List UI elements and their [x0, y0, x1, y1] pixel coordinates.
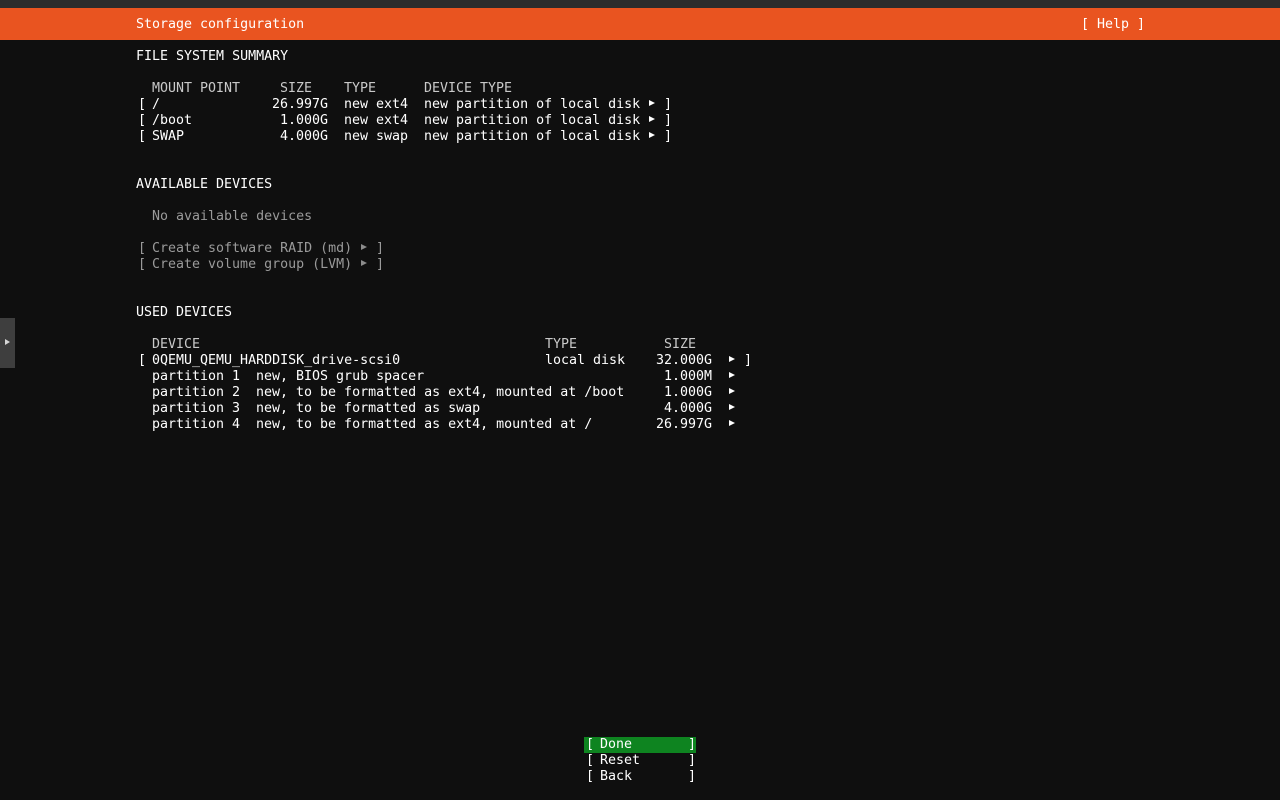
partition-row[interactable]: partition 2 new, to be formatted as ext4… [136, 385, 756, 401]
chevron-right-icon [729, 385, 735, 401]
window-top-strip [0, 0, 1280, 8]
used-devices-header: DEVICE TYPE SIZE [136, 337, 756, 353]
fs-size: 1.000G [279, 113, 328, 128]
fs-device-type: new partition of local disk [424, 113, 641, 128]
fs-row[interactable]: [ SWAP 4.000G new swap new partition of … [136, 129, 696, 145]
partition-row[interactable]: partition 4 new, to be formatted as ext4… [136, 417, 756, 433]
fs-device-type: new partition of local disk [424, 97, 641, 112]
chevron-right-icon [5, 339, 10, 345]
partition-size: 1.000M [663, 369, 712, 384]
fs-type: new ext4 [344, 97, 409, 112]
chevron-right-icon [729, 369, 735, 385]
used-devices-title: USED DEVICES [136, 305, 233, 320]
partition-size: 1.000G [663, 385, 712, 400]
chevron-right-icon [361, 241, 367, 257]
fs-summary-title: FILE SYSTEM SUMMARY [136, 49, 289, 64]
fs-mount: SWAP [152, 129, 185, 144]
help-button[interactable]: [ Help ] [1081, 16, 1145, 33]
partition-row[interactable]: partition 1 new, BIOS grub spacer 1.000M [136, 369, 756, 385]
fs-type: new swap [344, 129, 409, 144]
fs-row[interactable]: [ / 26.997G new ext4 new partition of lo… [136, 97, 696, 113]
col-size: SIZE [280, 81, 313, 96]
disk-name: 0QEMU_QEMU_HARDDISK_drive-scsi0 [152, 353, 401, 368]
partition-desc: new, to be formatted as ext4, mounted at… [256, 417, 593, 432]
create-raid-button[interactable]: [ Create software RAID (md) ] [136, 241, 396, 257]
fs-row[interactable]: [ /boot 1.000G new ext4 new partition of… [136, 113, 696, 129]
chevron-right-icon [729, 353, 735, 369]
partition-row[interactable]: partition 3 new, to be formatted as swap… [136, 401, 756, 417]
disk-row[interactable]: [ 0QEMU_QEMU_HARDDISK_drive-scsi0 local … [136, 353, 756, 369]
partition-size: 26.997G [655, 417, 712, 432]
col-type: TYPE [344, 81, 377, 96]
no-available-devices: No available devices [152, 209, 313, 224]
partition-desc: new, to be formatted as swap [256, 401, 481, 416]
done-button[interactable]: [ Done ] [584, 737, 696, 753]
back-button[interactable]: [ Back ] [584, 769, 696, 785]
fs-size: 26.997G [271, 97, 328, 112]
partition-name: partition 3 [152, 401, 241, 416]
chevron-right-icon [649, 113, 655, 129]
disk-type: local disk [545, 353, 626, 368]
disk-size: 32.000G [655, 353, 712, 368]
available-devices-title: AVAILABLE DEVICES [136, 177, 273, 192]
create-lvm-button[interactable]: [ Create volume group (LVM) ] [136, 257, 396, 273]
fs-device-type: new partition of local disk [424, 129, 641, 144]
reset-button[interactable]: [ Reset ] [584, 753, 696, 769]
page-title: Storage configuration [136, 17, 305, 32]
partition-desc: new, BIOS grub spacer [256, 369, 425, 384]
chevron-right-icon [649, 129, 655, 145]
col-type: TYPE [545, 337, 578, 352]
create-lvm-label: Create volume group (LVM) [152, 257, 353, 272]
partition-name: partition 2 [152, 385, 241, 400]
col-mount-point: MOUNT POINT [152, 81, 241, 96]
side-panel-toggle[interactable] [0, 318, 15, 368]
fs-mount: /boot [152, 113, 193, 128]
fs-summary-header: MOUNT POINT SIZE TYPE DEVICE TYPE [136, 81, 696, 97]
create-raid-label: Create software RAID (md) [152, 241, 353, 256]
col-device-type: DEVICE TYPE [424, 81, 513, 96]
chevron-right-icon [729, 417, 735, 433]
partition-name: partition 1 [152, 369, 241, 384]
partition-desc: new, to be formatted as ext4, mounted at… [256, 385, 625, 400]
partition-name: partition 4 [152, 417, 241, 432]
fs-mount: / [152, 97, 161, 112]
fs-type: new ext4 [344, 113, 409, 128]
chevron-right-icon [361, 257, 367, 273]
col-device: DEVICE [152, 337, 201, 352]
chevron-right-icon [649, 97, 655, 113]
title-bar: Storage configuration [ Help ] [0, 8, 1280, 40]
col-size: SIZE [664, 337, 697, 352]
fs-size: 4.000G [279, 129, 328, 144]
partition-size: 4.000G [663, 401, 712, 416]
chevron-right-icon [729, 401, 735, 417]
